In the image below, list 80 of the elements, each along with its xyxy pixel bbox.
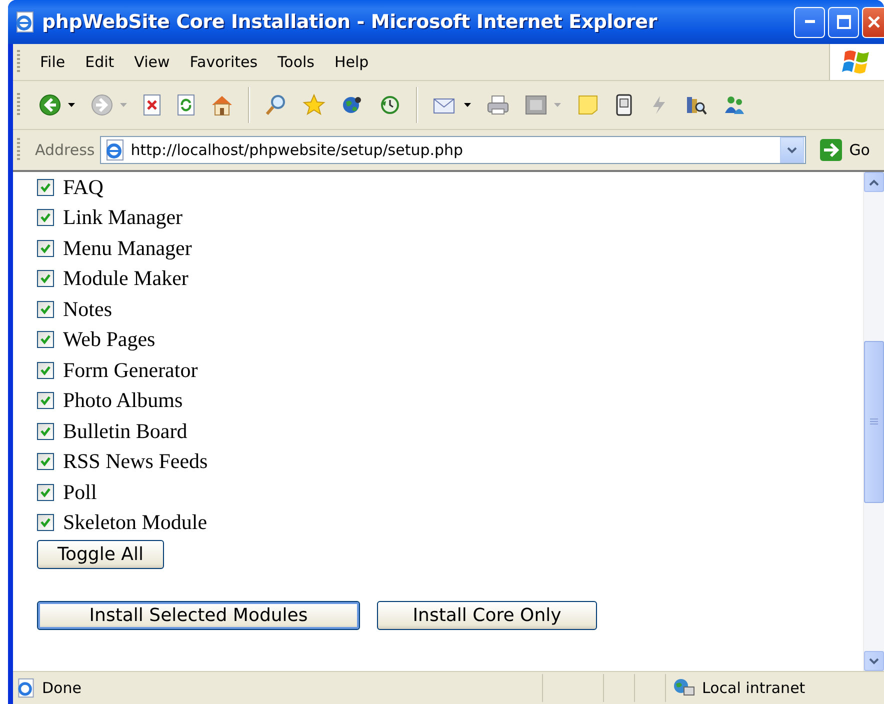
checkbox[interactable] bbox=[37, 453, 54, 470]
checkbox[interactable] bbox=[37, 300, 54, 318]
forward-icon[interactable] bbox=[90, 93, 114, 117]
checkbox-label: Notes bbox=[63, 296, 112, 322]
maximize-icon bbox=[836, 15, 850, 29]
search-icon[interactable] bbox=[264, 93, 288, 117]
checkmark-icon bbox=[40, 426, 51, 437]
scrollbar[interactable] bbox=[863, 172, 884, 671]
address-dropdown-button[interactable] bbox=[780, 137, 804, 163]
checkbox-label: Form Generator bbox=[63, 358, 198, 383]
checkbox-label: Link Manager bbox=[63, 205, 183, 230]
arrow-right-icon bbox=[819, 138, 844, 162]
close-button[interactable] bbox=[862, 6, 884, 38]
window-title: phpWebSite Core Installation - Microsoft Internet Explorer bbox=[42, 11, 657, 33]
back-icon[interactable] bbox=[38, 93, 62, 117]
checkmark-icon bbox=[40, 182, 51, 193]
checkbox[interactable] bbox=[37, 240, 54, 257]
checkmark-icon bbox=[40, 517, 51, 528]
stop-icon[interactable] bbox=[142, 94, 162, 116]
chevron-down-icon bbox=[787, 146, 798, 154]
scroll-down-icon[interactable] bbox=[869, 658, 879, 664]
checkbox[interactable] bbox=[37, 331, 54, 348]
grip-icon bbox=[870, 418, 878, 425]
checkmark-icon bbox=[40, 273, 51, 284]
maximize-button[interactable] bbox=[828, 6, 859, 38]
browser-icon bbox=[14, 11, 36, 33]
favorites-star-icon[interactable] bbox=[302, 93, 326, 117]
dropdown-arrow-icon[interactable] bbox=[464, 102, 472, 108]
phone-icon[interactable] bbox=[614, 94, 634, 116]
checkmark-icon bbox=[40, 395, 51, 406]
checkmark-icon bbox=[40, 334, 51, 346]
checkmark-icon bbox=[40, 364, 51, 376]
page-icon bbox=[104, 139, 126, 161]
checkbox-label: Photo Albums bbox=[63, 388, 183, 414]
checkbox-label: Module Maker bbox=[63, 266, 188, 292]
checkbox-label: RSS News Feeds bbox=[63, 449, 208, 474]
address-field[interactable]: http://localhost/phpwebsite/setup/setup.php bbox=[100, 136, 806, 164]
checkbox-label: Skeleton Module bbox=[63, 510, 208, 536]
scroll-up-icon[interactable] bbox=[869, 178, 879, 186]
checkbox[interactable] bbox=[37, 422, 54, 440]
zone-text: Local intranet bbox=[702, 679, 806, 697]
install-button[interactable]: Install Core Only bbox=[377, 601, 597, 630]
refresh-icon[interactable] bbox=[176, 94, 196, 116]
edit-icon[interactable] bbox=[524, 94, 548, 116]
menu-item[interactable]: Favorites bbox=[180, 53, 268, 71]
checkbox-label: FAQ bbox=[63, 174, 104, 200]
menu-item[interactable]: Tools bbox=[268, 53, 324, 71]
checkbox[interactable] bbox=[37, 209, 54, 226]
checkmark-icon bbox=[40, 212, 51, 224]
menu-item[interactable]: Edit bbox=[75, 53, 124, 71]
checkmark-icon bbox=[40, 304, 51, 315]
checkbox-label: Bulletin Board bbox=[63, 418, 188, 444]
minimize-button[interactable] bbox=[794, 6, 825, 38]
printer-icon[interactable] bbox=[486, 94, 510, 116]
home-icon[interactable] bbox=[210, 94, 234, 116]
checkbox[interactable] bbox=[37, 484, 54, 501]
status-text: Done bbox=[42, 679, 82, 697]
history-icon[interactable] bbox=[378, 93, 402, 117]
checkbox[interactable] bbox=[37, 178, 54, 196]
checkmark-icon bbox=[40, 456, 51, 468]
page-icon bbox=[16, 678, 36, 698]
menu-item[interactable]: File bbox=[30, 53, 76, 71]
install-button[interactable]: Install Selected Modules bbox=[37, 601, 360, 630]
go-button[interactable]: Go bbox=[819, 138, 884, 162]
dropdown-arrow-icon[interactable] bbox=[68, 102, 76, 108]
checkbox-label: Menu Manager bbox=[63, 236, 192, 261]
checkmark-icon bbox=[40, 242, 51, 254]
close-icon bbox=[866, 15, 880, 29]
checkbox[interactable] bbox=[37, 270, 54, 288]
address-label: Address bbox=[35, 141, 95, 159]
checkbox[interactable] bbox=[37, 392, 54, 410]
checkmark-icon bbox=[40, 486, 51, 498]
menu-item[interactable]: Help bbox=[324, 53, 379, 71]
checkbox[interactable] bbox=[37, 514, 54, 532]
checkbox-label: Web Pages bbox=[63, 327, 156, 352]
menu-item[interactable]: View bbox=[124, 53, 180, 71]
checkbox-label: Poll bbox=[63, 480, 97, 505]
minimize-icon bbox=[804, 20, 814, 24]
checkbox[interactable] bbox=[37, 362, 54, 379]
toggle-all-button[interactable]: Toggle All bbox=[37, 540, 164, 569]
